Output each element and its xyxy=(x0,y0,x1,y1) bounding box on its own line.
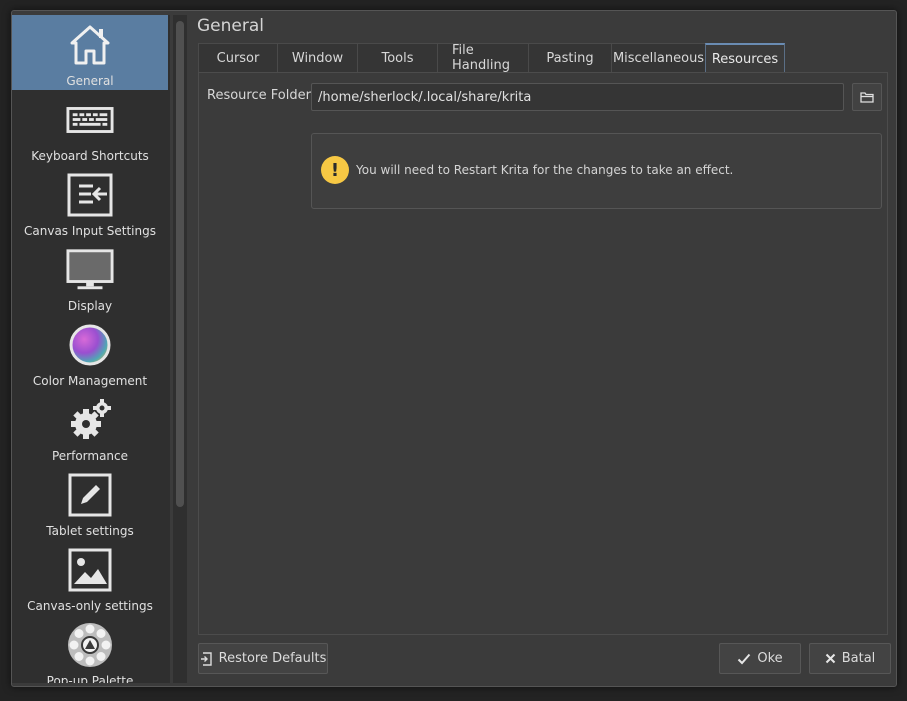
warning-icon: ! xyxy=(321,156,349,184)
sidebar-item-label: General xyxy=(66,74,114,88)
restart-notice: ! You will need to Restart Krita for the… xyxy=(311,133,882,209)
tab-pasting[interactable]: Pasting xyxy=(528,43,611,73)
folder-icon xyxy=(860,92,874,103)
sidebar-item-performance[interactable]: Performance xyxy=(12,390,168,465)
background-link-fragment xyxy=(0,14,10,26)
resources-panel: Resource Folder: ! You will need to Rest… xyxy=(198,72,888,635)
restart-notice-text: You will need to Restart Krita for the c… xyxy=(356,163,734,177)
tab-miscellaneous[interactable]: Miscellaneous xyxy=(611,43,705,73)
monitor-icon xyxy=(66,246,114,294)
palette-icon xyxy=(66,621,114,669)
tab-file-handling[interactable]: File Handling xyxy=(437,43,528,73)
canvas-input-icon xyxy=(66,171,114,219)
sidebar-item-label: Canvas Input Settings xyxy=(24,224,156,238)
home-icon xyxy=(66,21,114,69)
ok-label: Oke xyxy=(757,651,783,666)
restore-icon xyxy=(200,651,213,666)
restore-defaults-label: Restore Defaults xyxy=(218,651,327,666)
sidebar-scrollbar[interactable] xyxy=(173,15,187,683)
sidebar-item-keyboard-shortcuts[interactable]: Keyboard Shortcuts xyxy=(12,90,168,165)
sidebar-item-general[interactable]: General xyxy=(12,15,168,90)
sidebar-item-tablet-settings[interactable]: Tablet settings xyxy=(12,465,168,540)
tab-cursor[interactable]: Cursor xyxy=(198,43,277,73)
sidebar-item-label: Tablet settings xyxy=(46,524,134,538)
sidebar-item-canvas-input-settings[interactable]: Canvas Input Settings xyxy=(12,165,168,240)
sidebar-item-color-management[interactable]: Color Management xyxy=(12,315,168,390)
preferences-dialog: General Keyboard Shortcuts Canvas Input … xyxy=(11,10,897,687)
cancel-button[interactable]: Batal xyxy=(809,643,891,674)
page-title: General xyxy=(197,16,264,36)
browse-folder-button[interactable] xyxy=(852,83,882,111)
sidebar-item-label: Display xyxy=(67,299,113,313)
category-sidebar: General Keyboard Shortcuts Canvas Input … xyxy=(12,15,170,683)
sidebar-item-canvas-only-settings[interactable]: Canvas-only settings xyxy=(12,540,168,615)
image-icon xyxy=(66,546,114,594)
tab-tools[interactable]: Tools xyxy=(357,43,437,73)
pen-icon xyxy=(66,471,114,519)
sidebar-scroll-thumb[interactable] xyxy=(176,21,184,507)
settings-tabbar: Cursor Window Tools File Handling Pastin… xyxy=(198,43,785,73)
ok-button[interactable]: Oke xyxy=(719,643,801,674)
resource-folder-input[interactable] xyxy=(311,83,844,111)
gears-icon xyxy=(66,396,114,444)
sidebar-item-label: Color Management xyxy=(32,374,148,388)
sidebar-item-label: Performance xyxy=(51,449,129,463)
sidebar-item-label: Keyboard Shortcuts xyxy=(31,149,149,163)
tab-window[interactable]: Window xyxy=(277,43,357,73)
keyboard-icon xyxy=(66,96,114,144)
cancel-label: Batal xyxy=(841,651,876,666)
resource-folder-label: Resource Folder: xyxy=(207,88,316,103)
sidebar-item-popup-palette[interactable]: Pop-up Palette xyxy=(12,615,168,683)
check-icon xyxy=(737,653,751,665)
tab-resources[interactable]: Resources xyxy=(705,43,785,73)
sidebar-item-label: Pop-up Palette xyxy=(46,674,134,683)
sidebar-item-display[interactable]: Display xyxy=(12,240,168,315)
restore-defaults-button[interactable]: Restore Defaults xyxy=(198,643,328,674)
close-icon xyxy=(825,653,836,664)
sidebar-item-label: Canvas-only settings xyxy=(27,599,153,613)
color-wheel-icon xyxy=(66,321,114,369)
